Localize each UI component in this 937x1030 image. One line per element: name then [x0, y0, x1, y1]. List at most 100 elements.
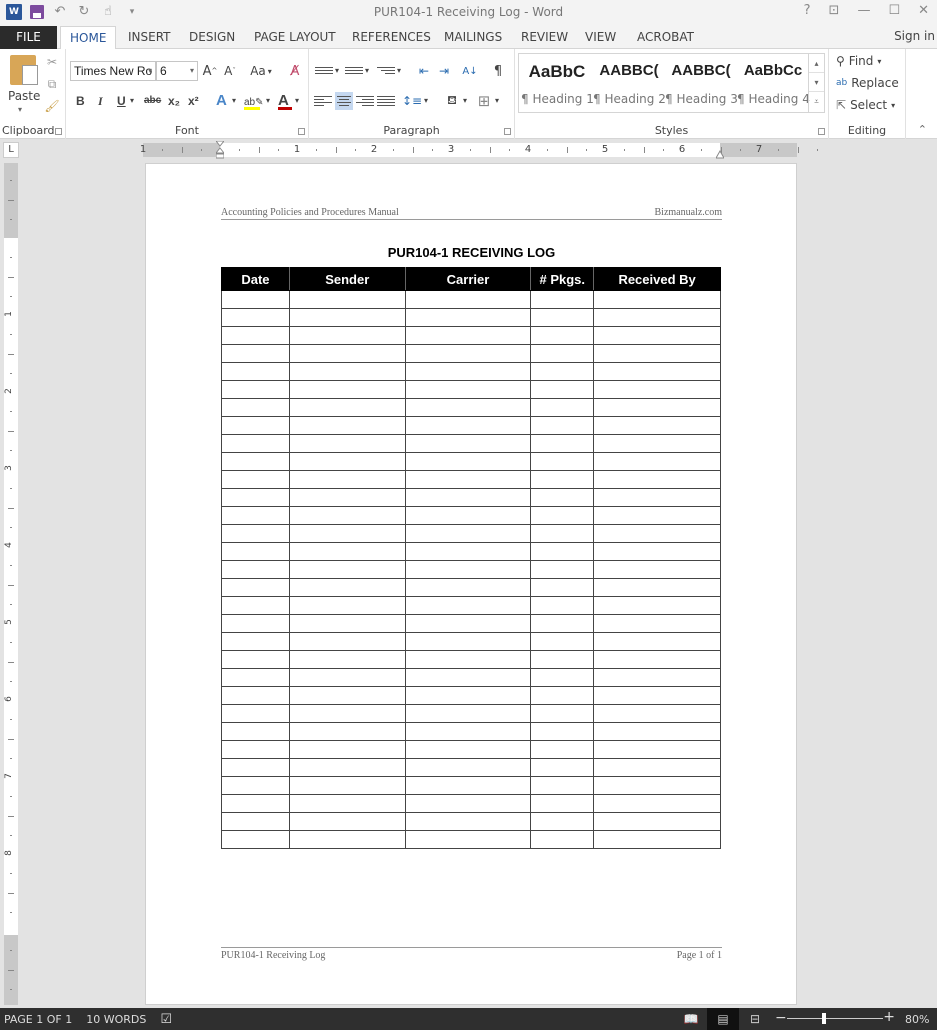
- table-cell[interactable]: [221, 596, 290, 615]
- table-cell[interactable]: [530, 758, 595, 777]
- table-cell[interactable]: [288, 560, 406, 579]
- tab-view[interactable]: VIEW: [576, 26, 625, 49]
- table-cell[interactable]: [288, 686, 406, 705]
- table-cell[interactable]: [288, 362, 406, 381]
- gallery-scroll-up-icon[interactable]: ▴: [809, 54, 824, 73]
- align-left-icon[interactable]: [314, 92, 332, 110]
- table-cell[interactable]: [530, 488, 595, 507]
- first-line-indent-marker[interactable]: [214, 140, 226, 159]
- table-cell[interactable]: [593, 722, 721, 741]
- table-cell[interactable]: [530, 506, 595, 525]
- table-cell[interactable]: [593, 542, 721, 561]
- bold-button[interactable]: B: [76, 91, 85, 111]
- table-cell[interactable]: [404, 776, 532, 795]
- table-cell[interactable]: [530, 668, 595, 687]
- table-cell[interactable]: [404, 686, 532, 705]
- table-cell[interactable]: [288, 596, 406, 615]
- font-size-select[interactable]: 6 ▾: [156, 61, 198, 81]
- chevron-down-icon[interactable]: ▾: [424, 91, 428, 111]
- maximize-icon[interactable]: ☐: [888, 3, 900, 18]
- document-page[interactable]: Accounting Policies and Procedures Manua…: [145, 163, 797, 1005]
- table-cell[interactable]: [530, 434, 595, 453]
- table-cell[interactable]: [593, 344, 721, 363]
- table-cell[interactable]: [530, 596, 595, 615]
- table-cell[interactable]: [593, 398, 721, 417]
- table-cell[interactable]: [530, 290, 595, 309]
- table-cell[interactable]: [404, 452, 532, 471]
- table-cell[interactable]: [593, 776, 721, 795]
- table-cell[interactable]: [404, 668, 532, 687]
- table-cell[interactable]: [288, 758, 406, 777]
- table-cell[interactable]: [530, 308, 595, 327]
- table-cell[interactable]: [288, 380, 406, 399]
- paste-button[interactable]: Paste ▾: [0, 49, 42, 121]
- font-name-select[interactable]: Times New Ro ▾: [70, 61, 156, 81]
- table-cell[interactable]: [288, 794, 406, 813]
- word-count-status[interactable]: 10 WORDS: [86, 1013, 146, 1026]
- copy-icon[interactable]: ⧉: [44, 76, 60, 92]
- table-cell[interactable]: [221, 758, 290, 777]
- table-cell[interactable]: [530, 740, 595, 759]
- style-heading-4[interactable]: AaBbCc ¶ Heading 4: [737, 54, 810, 112]
- table-cell[interactable]: [288, 344, 406, 363]
- table-cell[interactable]: [593, 668, 721, 687]
- align-center-icon[interactable]: [335, 92, 353, 110]
- table-cell[interactable]: [221, 650, 290, 669]
- table-cell[interactable]: [593, 686, 721, 705]
- horizontal-ruler[interactable]: 1 1 2 3 4 5 6 7: [140, 143, 818, 157]
- zoom-out-icon[interactable]: −: [775, 1010, 787, 1026]
- table-cell[interactable]: [221, 560, 290, 579]
- table-cell[interactable]: [530, 794, 595, 813]
- close-icon[interactable]: ✕: [918, 3, 929, 18]
- font-launcher-icon[interactable]: [298, 128, 305, 135]
- table-cell[interactable]: [593, 632, 721, 651]
- table-cell[interactable]: [593, 812, 721, 831]
- tab-mailings[interactable]: MAILINGS: [435, 26, 511, 49]
- table-cell[interactable]: [404, 344, 532, 363]
- table-cell[interactable]: [404, 794, 532, 813]
- subscript-button[interactable]: x₂: [168, 91, 180, 111]
- table-cell[interactable]: [404, 308, 532, 327]
- line-spacing-icon[interactable]: ↕≡: [402, 92, 422, 110]
- table-cell[interactable]: [221, 578, 290, 597]
- table-cell[interactable]: [221, 686, 290, 705]
- table-cell[interactable]: [404, 722, 532, 741]
- table-cell[interactable]: [530, 326, 595, 345]
- table-cell[interactable]: [593, 506, 721, 525]
- decrease-indent-icon[interactable]: ⇤: [415, 62, 433, 80]
- bullets-icon[interactable]: [315, 61, 333, 79]
- select-button[interactable]: ⇱ Select ▾: [836, 98, 895, 112]
- table-cell[interactable]: [530, 452, 595, 471]
- chevron-down-icon[interactable]: ▾: [365, 61, 369, 81]
- zoom-slider-thumb[interactable]: [822, 1013, 827, 1024]
- table-cell[interactable]: [404, 362, 532, 381]
- table-cell[interactable]: [221, 722, 290, 741]
- table-cell[interactable]: [593, 290, 721, 309]
- page-footer[interactable]: PUR104-1 Receiving Log Page 1 of 1: [221, 947, 722, 961]
- table-cell[interactable]: [404, 704, 532, 723]
- table-cell[interactable]: [404, 812, 532, 831]
- table-cell[interactable]: [288, 416, 406, 435]
- align-right-icon[interactable]: [356, 92, 374, 110]
- chevron-down-icon[interactable]: ▾: [232, 91, 236, 111]
- multilevel-list-icon[interactable]: [377, 61, 395, 79]
- table-cell[interactable]: [288, 290, 406, 309]
- tab-home[interactable]: HOME: [60, 26, 117, 50]
- table-cell[interactable]: [221, 362, 290, 381]
- paragraph-launcher-icon[interactable]: [504, 128, 511, 135]
- table-cell[interactable]: [221, 308, 290, 327]
- table-cell[interactable]: [288, 830, 406, 849]
- table-cell[interactable]: [221, 344, 290, 363]
- table-cell[interactable]: [530, 470, 595, 489]
- table-cell[interactable]: [404, 542, 532, 561]
- underline-button[interactable]: U: [117, 91, 126, 111]
- table-cell[interactable]: [404, 380, 532, 399]
- table-cell[interactable]: [530, 722, 595, 741]
- table-cell[interactable]: [288, 470, 406, 489]
- chevron-down-icon[interactable]: ▾: [463, 91, 467, 111]
- table-cell[interactable]: [404, 632, 532, 651]
- table-cell[interactable]: [288, 740, 406, 759]
- table-cell[interactable]: [593, 524, 721, 543]
- table-cell[interactable]: [221, 812, 290, 831]
- table-cell[interactable]: [404, 830, 532, 849]
